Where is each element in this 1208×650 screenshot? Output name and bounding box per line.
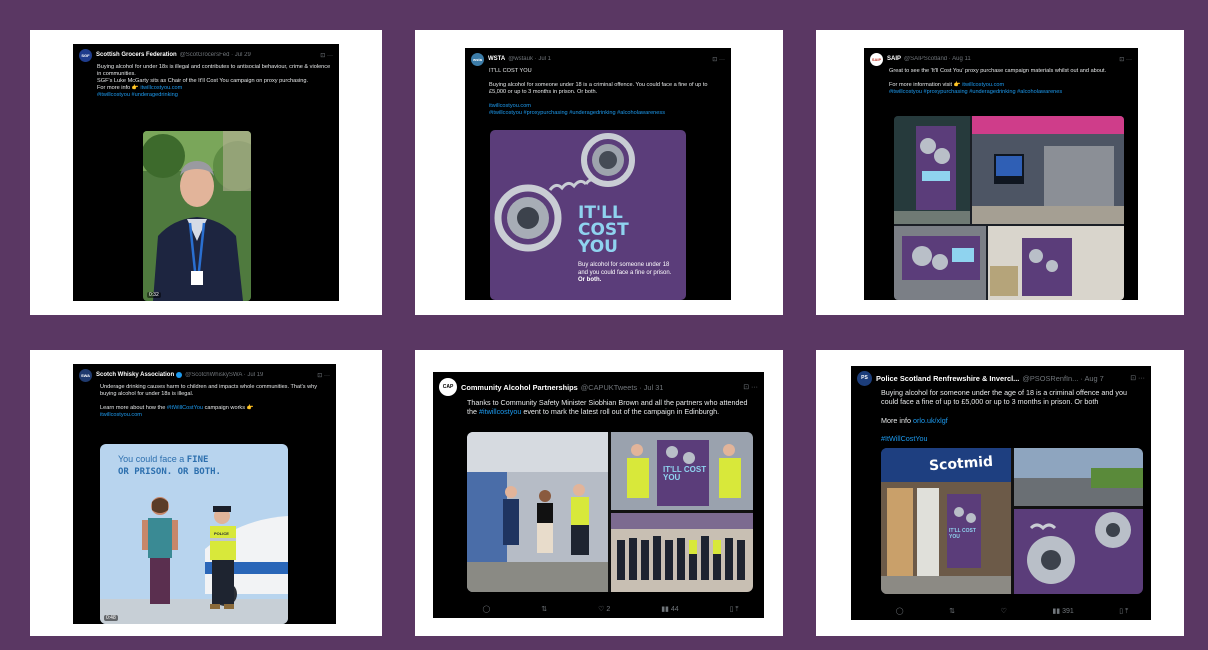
more-info-label: More info: [881, 415, 911, 425]
more-info-label: Learn more about how the: [100, 405, 166, 411]
card-saip: SAIP SAIP @SAIPScotland · Aug 11 ⊡ ··· G…: [816, 30, 1184, 315]
tweet-text-line: Underage drinking causes harm to childre…: [100, 384, 318, 397]
video-duration: 0:48: [104, 615, 118, 621]
tweet-saip[interactable]: SAIP SAIP @SAIPScotland · Aug 11 ⊡ ··· G…: [864, 48, 1138, 300]
video-thumbnail[interactable]: You could face a FINE OR PRISON. OR BOTH…: [100, 444, 288, 624]
campaign-link[interactable]: itwillcostyou.com: [962, 82, 1004, 88]
author-name[interactable]: Police Scotland Renfrewshire & Invercl..…: [876, 374, 1019, 383]
card-wsta: wsta WSTA @wstauk · Jul 1 ⊡ ··· IT'LL CO…: [415, 30, 783, 315]
author-handle[interactable]: @CAPUKTweets · Jul 31: [581, 383, 664, 392]
tweet-actions: ◯ ⇅ ♡ 2 ▮▮ 44 ▯ ⤒: [433, 605, 764, 614]
author-handle[interactable]: @wstauk · Jul 1: [508, 56, 551, 62]
card-scottish-grocers: SGF Scottish Grocers Federation @ScotGro…: [30, 30, 382, 315]
more-options-icon[interactable]: ⊡ ···: [316, 52, 333, 59]
hashtags[interactable]: #itwillcostyou #underagedrinking: [97, 92, 331, 99]
like-icon[interactable]: ♡ 2: [598, 605, 610, 614]
author-name[interactable]: Community Alcohol Partnerships: [461, 383, 578, 392]
photo-grid[interactable]: [894, 116, 1124, 300]
more-info-label: For more info 👉: [97, 85, 139, 91]
author-handle[interactable]: @ScotchWhiskySWA · Jul 19: [185, 372, 263, 378]
more-options-icon[interactable]: ⊡ ···: [1126, 374, 1145, 382]
retweet-icon[interactable]: ⇅: [541, 605, 547, 614]
store-front-image: [881, 448, 1143, 594]
author-handle[interactable]: @ScotGrocersFed · Jul 29: [180, 52, 251, 58]
bookmark-icon[interactable]: ▯ ⤒: [1119, 607, 1128, 616]
photo-grid[interactable]: Scotmid IT'LL COST YOU: [881, 448, 1143, 594]
views-icon[interactable]: ▮▮ 44: [661, 605, 678, 614]
author-handle[interactable]: @PSOSRenfIn... · Aug 7: [1022, 374, 1103, 383]
views-icon[interactable]: ▮▮ 391: [1052, 607, 1073, 616]
card-scotch-whisky: SWA Scotch Whisky Association @ScotchWhi…: [30, 350, 382, 636]
more-info-label: For more information visit 👉: [889, 82, 961, 88]
avatar[interactable]: wsta: [471, 52, 484, 66]
tweet-community-alcohol[interactable]: CAP Community Alcohol Partnerships @CAPU…: [433, 372, 764, 618]
tweet-text-line: Buying alcohol for someone under 18 is a…: [489, 82, 708, 95]
avatar[interactable]: SWA: [79, 368, 92, 382]
author-name[interactable]: WSTA: [488, 56, 505, 62]
tweet-scotch-whisky[interactable]: SWA Scotch Whisky Association @ScotchWhi…: [73, 364, 336, 624]
reply-icon[interactable]: ◯: [896, 607, 904, 616]
tweet-text-tail: event to mark the latest roll out of the…: [523, 407, 720, 417]
video-duration: 0:32: [147, 292, 161, 298]
more-options-icon[interactable]: ⊡ ···: [1115, 56, 1132, 63]
campaign-subtext: Buy alcohol for someone under 18 and you…: [578, 262, 672, 276]
man-speaking-image: [143, 131, 251, 301]
campaign-link[interactable]: itwillcostyou.com: [140, 85, 182, 91]
hashtags[interactable]: #itwillcostyou #proxypurchasing #underag…: [489, 110, 723, 117]
retweet-icon[interactable]: ⇅: [949, 607, 955, 616]
author-name[interactable]: Scotch Whisky Association: [96, 372, 174, 378]
tweet-police-scotland[interactable]: PS Police Scotland Renfrewshire & Inverc…: [851, 366, 1151, 620]
collage-frame: SGF Scottish Grocers Federation @ScotGro…: [0, 0, 1208, 650]
poster-text: IT'LL COST YOU: [949, 528, 976, 540]
campaign-link[interactable]: itwillcostyou.com: [100, 412, 328, 419]
tweet-text-line: Buying alcohol for someone under the age…: [881, 388, 1127, 407]
hashtag-inline[interactable]: #ItWillCostYou: [167, 405, 203, 411]
tweet-actions: ◯ ⇅ ♡ ▮▮ 391 ▯ ⤒: [851, 607, 1151, 616]
author-name[interactable]: SAIP: [887, 56, 901, 62]
card-community-alcohol: CAP Community Alcohol Partnerships @CAPU…: [415, 350, 783, 636]
avatar[interactable]: PS: [857, 370, 872, 386]
police-and-man-illustration: [100, 497, 288, 624]
tweet-text-line: SGF's Luke McGarty sits as Chair of the …: [97, 78, 309, 84]
more-options-icon[interactable]: ⊡ ···: [739, 383, 758, 391]
avatar[interactable]: CAP: [439, 378, 457, 396]
campaign-link[interactable]: itwillcostyou.com: [489, 103, 723, 110]
hashtags[interactable]: #itwillcostyou #proxypurchasing #underag…: [889, 89, 1130, 96]
tweet-text-line: Great to see the 'It'll Cost You' proxy …: [889, 68, 1107, 74]
car-lettering: PO: [260, 562, 278, 576]
event-photos-image: [467, 432, 753, 592]
campaign-headline: IT'LL COST YOU: [578, 203, 629, 257]
photo-grid[interactable]: IT'LL COST YOU: [467, 432, 753, 592]
poster-text: IT'LL COST YOU: [663, 465, 707, 482]
video-thumbnail[interactable]: 0:32: [143, 131, 251, 301]
tweet-wsta[interactable]: wsta WSTA @wstauk · Jul 1 ⊡ ··· IT'LL CO…: [465, 48, 731, 300]
tweet-scottish-grocers[interactable]: SGF Scottish Grocers Federation @ScotGro…: [73, 44, 339, 301]
avatar[interactable]: SGF: [79, 48, 92, 62]
campaign-subtext-bold: Or both.: [578, 277, 602, 283]
bookmark-icon[interactable]: ▯ ⤒: [730, 605, 739, 614]
reply-icon[interactable]: ◯: [482, 605, 490, 614]
campaign-image[interactable]: IT'LL COST YOU Buy alcohol for someone u…: [490, 130, 686, 300]
store-displays-image: [894, 116, 1124, 300]
avatar[interactable]: SAIP: [870, 52, 883, 66]
more-options-icon[interactable]: ⊡ ···: [313, 372, 330, 379]
campaign-link[interactable]: orlo.uk/xlgf: [913, 416, 948, 425]
more-options-icon[interactable]: ⊡ ···: [708, 56, 725, 63]
verified-badge-icon: [176, 372, 183, 378]
tweet-text-line: Buying alcohol for under 18s is illegal …: [97, 64, 331, 77]
author-name[interactable]: Scottish Grocers Federation: [96, 52, 177, 58]
hashtag-inline[interactable]: #itwillcostyou: [479, 407, 521, 416]
more-info-tail: campaign works 👉: [204, 405, 254, 411]
hashtags[interactable]: #ItWillCostYou: [881, 434, 1143, 443]
like-icon[interactable]: ♡: [1001, 607, 1007, 616]
card-police-scotland: PS Police Scotland Renfrewshire & Inverc…: [816, 350, 1184, 636]
tweet-title: IT'LL COST YOU: [489, 68, 532, 74]
author-handle[interactable]: @SAIPScotland · Aug 11: [904, 56, 971, 62]
police-label: POLICE: [214, 531, 229, 536]
